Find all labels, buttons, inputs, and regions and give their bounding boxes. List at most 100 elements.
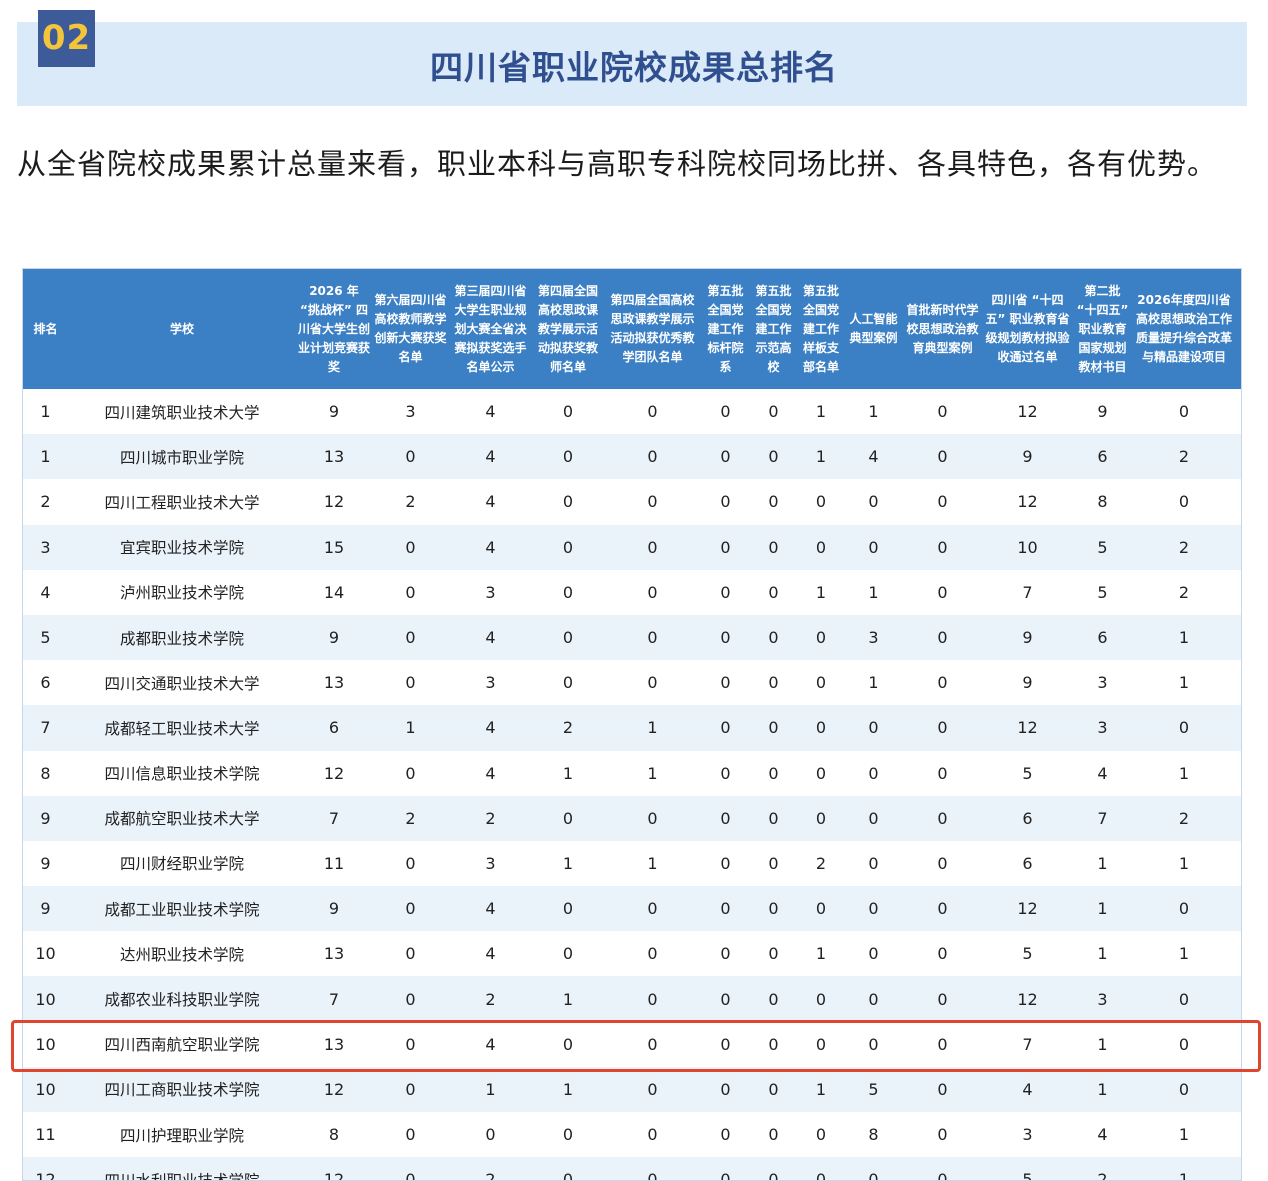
rank-cell: 9: [23, 886, 68, 932]
column-header: 总计: [1235, 269, 1241, 389]
rank-cell: 10: [23, 1021, 68, 1067]
count-cell: 4: [449, 705, 532, 751]
count-cell: 2: [449, 976, 532, 1022]
count-cell: 0: [797, 886, 845, 932]
count-cell: 0: [372, 750, 449, 796]
count-cell: 0: [372, 886, 449, 932]
total-cell: 23: [1235, 1157, 1241, 1180]
rank-cell: 1: [23, 434, 68, 480]
count-cell: 2: [1072, 1157, 1133, 1180]
count-cell: 1: [845, 569, 902, 615]
count-cell: 0: [902, 434, 983, 480]
rank-cell: 10: [23, 931, 68, 977]
count-cell: 0: [701, 1066, 750, 1112]
count-cell: 12: [296, 750, 372, 796]
count-cell: 9: [296, 614, 372, 661]
total-cell: 39: [1235, 434, 1241, 480]
count-cell: 5: [983, 931, 1072, 977]
count-cell: 0: [532, 886, 604, 932]
count-cell: 3: [449, 660, 532, 706]
count-cell: 0: [372, 931, 449, 977]
count-cell: 2: [1133, 434, 1235, 480]
school-cell: 成都职业技术学院: [68, 614, 296, 661]
count-cell: 3: [1072, 705, 1133, 751]
count-cell: 0: [604, 976, 701, 1022]
section-title: 四川省职业院校成果总排名: [430, 48, 838, 87]
count-cell: 0: [604, 795, 701, 841]
count-cell: 13: [296, 660, 372, 706]
count-cell: 0: [604, 1157, 701, 1180]
table-row: 8四川信息职业技术学院1204110000054128: [23, 750, 1241, 796]
rank-cell: 7: [23, 705, 68, 751]
count-cell: 1: [797, 389, 845, 435]
count-cell: 0: [797, 1157, 845, 1180]
count-cell: 0: [701, 614, 750, 661]
count-cell: 0: [845, 886, 902, 932]
total-cell: 30: [1235, 660, 1241, 706]
count-cell: 0: [604, 524, 701, 570]
table-row: 5成都职业技术学院904000003096132: [23, 614, 1241, 661]
rank-cell: 2: [23, 479, 68, 525]
count-cell: 0: [750, 840, 797, 887]
count-cell: 0: [845, 931, 902, 977]
count-cell: 0: [532, 931, 604, 977]
count-cell: 0: [902, 1112, 983, 1158]
total-cell: 24: [1235, 1112, 1241, 1158]
count-cell: 0: [902, 840, 983, 887]
count-cell: 10: [983, 524, 1072, 570]
count-cell: 8: [1072, 479, 1133, 525]
column-header: 第四届全国高校思政课教学展示活动拟获优秀教学团队名单: [604, 269, 701, 389]
count-cell: 3: [449, 569, 532, 615]
ranking-table-container[interactable]: 排名 学校 2026 年 “挑战杯” 四川省大学生创业计划竞赛获奖 第六届四川省高校教…: [22, 268, 1242, 1181]
count-cell: 0: [532, 434, 604, 480]
count-cell: 0: [532, 479, 604, 525]
intro-paragraph: 从全省院校成果累计总量来看，职业本科与高职专科院校同场比拼、各具特色，各有优势。: [17, 147, 1218, 181]
total-cell: 25: [1235, 1066, 1241, 1112]
count-cell: 2: [372, 795, 449, 841]
rank-cell: 5: [23, 614, 68, 661]
count-cell: 0: [701, 479, 750, 525]
count-cell: 1: [1133, 1157, 1235, 1180]
table-row: 10四川西南航空职业学院1304000000071025: [23, 1021, 1241, 1067]
count-cell: 0: [845, 524, 902, 570]
count-cell: 0: [750, 750, 797, 796]
count-cell: 3: [449, 840, 532, 887]
rank-cell: 1: [23, 389, 68, 435]
count-cell: 14: [296, 569, 372, 615]
count-cell: 0: [604, 886, 701, 932]
count-cell: 13: [296, 1021, 372, 1067]
count-cell: 0: [1133, 479, 1235, 525]
table-row: 2四川工程职业技术大学12240000000128038: [23, 479, 1241, 525]
table-row: 7成都轻工职业技术大学6142100000123029: [23, 705, 1241, 751]
count-cell: 0: [532, 524, 604, 570]
count-cell: 6: [296, 705, 372, 751]
count-cell: 4: [449, 931, 532, 977]
count-cell: 1: [1072, 1066, 1133, 1112]
count-cell: 0: [845, 976, 902, 1022]
count-cell: 1: [604, 840, 701, 887]
count-cell: 0: [902, 750, 983, 796]
count-cell: 4: [449, 479, 532, 525]
count-cell: 0: [902, 569, 983, 615]
count-cell: 0: [604, 479, 701, 525]
count-cell: 0: [532, 614, 604, 661]
count-cell: 15: [296, 524, 372, 570]
count-cell: 0: [701, 931, 750, 977]
count-cell: 1: [845, 389, 902, 435]
rank-cell: 11: [23, 1112, 68, 1158]
count-cell: 6: [983, 795, 1072, 841]
count-cell: 0: [750, 1112, 797, 1158]
count-cell: 2: [797, 840, 845, 887]
column-header: 第五批全国党建工作标杆院系: [701, 269, 750, 389]
count-cell: 1: [1072, 886, 1133, 932]
count-cell: 0: [532, 569, 604, 615]
count-cell: 0: [902, 976, 983, 1022]
count-cell: 0: [372, 1021, 449, 1067]
school-cell: 成都农业科技职业学院: [68, 976, 296, 1022]
count-cell: 3: [1072, 660, 1133, 706]
count-cell: 0: [532, 389, 604, 435]
count-cell: 3: [983, 1112, 1072, 1158]
count-cell: 2: [372, 479, 449, 525]
column-header: 第五批全国党建工作样板支部名单: [797, 269, 845, 389]
count-cell: 0: [701, 750, 750, 796]
